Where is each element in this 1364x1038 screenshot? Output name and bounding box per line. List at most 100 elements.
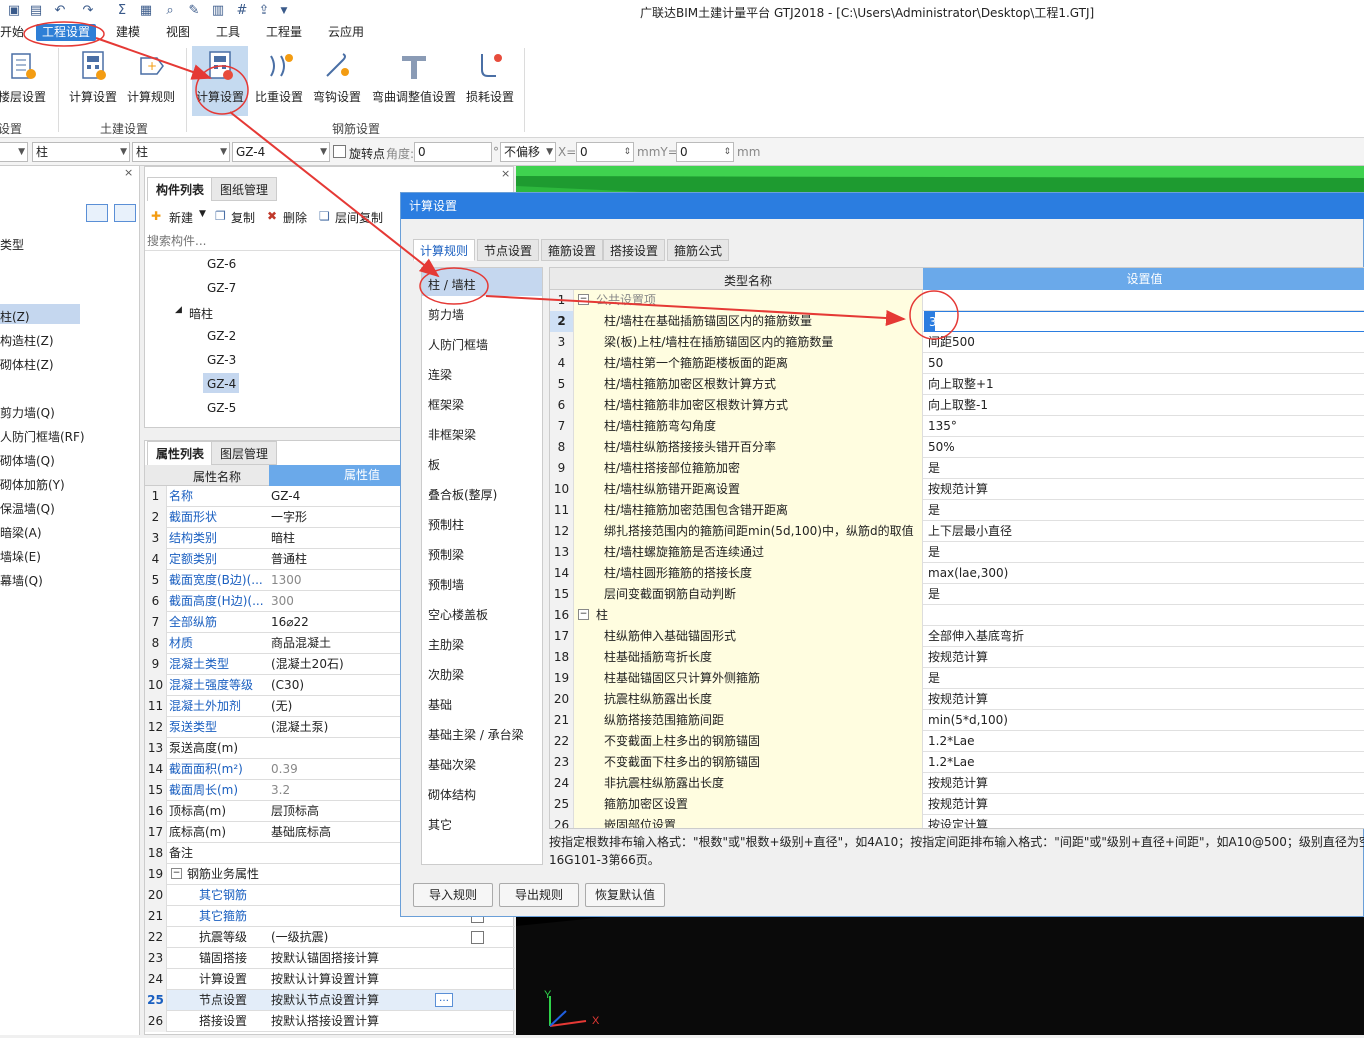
- report-icon[interactable]: ▦: [138, 3, 154, 19]
- nav-item-curtain-wall[interactable]: 幕墙(Q): [0, 572, 43, 589]
- property-value[interactable]: (无): [271, 696, 292, 717]
- setting-value[interactable]: 1.2*Lae: [924, 731, 975, 752]
- setting-row[interactable]: 22 不变截面上柱多出的钢筋锚固 1.2*Lae: [550, 731, 1364, 752]
- setting-row[interactable]: 21 纵筋搭接范围箍筋间距 min(5*d,100): [550, 710, 1364, 731]
- property-value[interactable]: 基础底标高: [271, 822, 331, 843]
- rebar-calc-settings-button[interactable]: 计算设置: [192, 46, 248, 116]
- tab-node-settings[interactable]: 节点设置: [477, 239, 540, 261]
- setting-row[interactable]: 26 嵌固部位设置 按设定计算: [550, 815, 1364, 828]
- tab-property-list[interactable]: 属性列表: [147, 441, 214, 465]
- category-item[interactable]: 剪力墙: [428, 306, 464, 323]
- weight-settings-button[interactable]: 比重设置: [252, 46, 306, 116]
- category-item[interactable]: 连梁: [428, 366, 452, 383]
- setting-value[interactable]: 按规范计算: [924, 479, 988, 500]
- property-value[interactable]: 商品混凝土: [271, 633, 331, 654]
- redo-icon[interactable]: ↷: [80, 3, 96, 19]
- setting-row[interactable]: 17 柱纵筋伸入基础锚固形式 全部伸入基底弯折: [550, 626, 1364, 647]
- property-value[interactable]: (混凝土20石): [271, 654, 344, 675]
- setting-value[interactable]: 是: [924, 542, 940, 563]
- nav-item-insulation-wall[interactable]: 保温墙(Q): [0, 500, 55, 517]
- tab-calc-rules[interactable]: 计算规则: [413, 239, 476, 261]
- property-value[interactable]: 按默认节点设置计算: [271, 990, 379, 1011]
- setting-value[interactable]: 上下层最小直径: [924, 521, 1012, 542]
- new-button[interactable]: 新建: [169, 209, 193, 226]
- rotate-point-checkbox[interactable]: [333, 145, 346, 158]
- setting-row[interactable]: 8 柱/墙柱纵筋搭接接头错开百分率 50%: [550, 437, 1364, 458]
- delete-button[interactable]: 删除: [283, 209, 307, 226]
- app-logo-icon[interactable]: ▣: [6, 3, 22, 19]
- tree-item-gz5[interactable]: GZ-5: [207, 401, 236, 415]
- setting-value[interactable]: 按规范计算: [924, 794, 988, 815]
- export-rules-button[interactable]: 导出规则: [499, 883, 579, 907]
- setting-value[interactable]: 50: [924, 353, 943, 374]
- component-search-input[interactable]: [145, 231, 401, 251]
- setting-row[interactable]: 11 柱/墙柱箍筋加密范围包含错开距离是: [550, 500, 1364, 521]
- property-value[interactable]: (混凝土泵): [271, 717, 328, 738]
- setting-value[interactable]: 全部伸入基底弯折: [924, 626, 1024, 647]
- property-value[interactable]: (一级抗震): [271, 927, 328, 948]
- collapse-toggle-icon[interactable]: −: [171, 868, 182, 879]
- category-item[interactable]: 叠合板(整厚): [428, 486, 497, 503]
- tab-component-list[interactable]: 构件列表: [147, 177, 214, 201]
- setting-row[interactable]: 10 柱/墙柱纵筋错开距离设置 按规范计算: [550, 479, 1364, 500]
- category-item[interactable]: 次肋梁: [428, 666, 464, 683]
- setting-value[interactable]: 向上取整+1: [924, 374, 994, 395]
- angle-input[interactable]: 0: [414, 142, 492, 162]
- category-item[interactable]: 主肋梁: [428, 636, 464, 653]
- setting-value[interactable]: [924, 290, 928, 311]
- setting-row[interactable]: 24 非抗震柱纵筋露出长度 按规范计算: [550, 773, 1364, 794]
- undo-icon[interactable]: ↶: [52, 3, 68, 19]
- property-value[interactable]: 16⌀22: [271, 612, 309, 633]
- property-row[interactable]: 23 锚固搭接 按默认锚固搭接计算: [145, 948, 515, 969]
- property-value[interactable]: 按默认计算设置计算: [271, 969, 379, 990]
- setting-row[interactable]: 12 绑扎搭接范围内的箍筋间距min(5d,100)中，纵筋d的取值 上下层最小直径: [550, 521, 1364, 542]
- category-item[interactable]: 预制梁: [428, 546, 464, 563]
- setting-row[interactable]: 13 柱/墙柱螺旋箍筋是否连续通过是: [550, 542, 1364, 563]
- menu-modeling[interactable]: 建模: [110, 24, 146, 41]
- ellipsis-icon[interactable]: …: [435, 993, 453, 1007]
- setting-value[interactable]: 按设定计算: [924, 815, 988, 828]
- setting-row[interactable]: 20 抗震柱纵筋露出长度 按规范计算: [550, 689, 1364, 710]
- close-icon[interactable]: ×: [124, 166, 133, 179]
- collapse-toggle-icon[interactable]: −: [578, 294, 589, 305]
- menu-quantity[interactable]: 工程量: [260, 24, 308, 41]
- setting-row[interactable]: 18 柱基础插筋弯折长度 按规范计算: [550, 647, 1364, 668]
- edit-icon[interactable]: ✎: [186, 3, 202, 19]
- setting-row[interactable]: 16 柱 −: [550, 605, 1364, 626]
- setting-value[interactable]: max(lae,300): [924, 563, 1008, 584]
- tab-stirrup-settings[interactable]: 箍筋设置: [541, 239, 604, 261]
- setting-row[interactable]: 9 柱/墙柱搭接部位箍筋加密是: [550, 458, 1364, 479]
- category-item[interactable]: 板: [428, 456, 440, 473]
- quick-access-dropdown-icon[interactable]: ▼: [276, 3, 292, 19]
- tree-item-gz4[interactable]: GZ-4: [207, 377, 236, 391]
- tree-item-gz2[interactable]: GZ-2: [207, 329, 236, 343]
- collapse-arrow-icon[interactable]: ◢: [175, 305, 182, 315]
- category-item[interactable]: 砌体结构: [428, 786, 476, 803]
- setting-value[interactable]: 135°: [924, 416, 957, 437]
- export-icon[interactable]: ⇪: [256, 3, 272, 19]
- close-icon[interactable]: ×: [501, 167, 510, 180]
- component-combo[interactable]: GZ-4 ▼: [232, 142, 330, 162]
- nav-item-masonry-wall[interactable]: 砌体墙(Q): [0, 452, 55, 469]
- category-item[interactable]: 人防门框墙: [428, 336, 488, 353]
- setting-row[interactable]: 15 层间变截面钢筋自动判断是: [550, 584, 1364, 605]
- setting-value[interactable]: min(5*d,100): [924, 710, 1008, 731]
- property-value[interactable]: (C30): [271, 675, 304, 696]
- property-value[interactable]: 3.2: [271, 780, 290, 801]
- setting-value[interactable]: 是: [924, 500, 940, 521]
- tree-item-gz3[interactable]: GZ-3: [207, 353, 236, 367]
- collapse-toggle-icon[interactable]: −: [578, 609, 589, 620]
- civil-calc-settings-button[interactable]: 计算设置: [66, 46, 120, 116]
- menu-cloud[interactable]: 云应用: [322, 24, 370, 41]
- setting-value[interactable]: 50%: [924, 437, 955, 458]
- setting-row[interactable]: 6 柱/墙柱箍筋非加密区根数计算方式 向上取整-1: [550, 395, 1364, 416]
- tree-view-icon[interactable]: [114, 204, 136, 222]
- category-item[interactable]: 基础次梁: [428, 756, 476, 773]
- layer-copy-button[interactable]: 层间复制: [335, 209, 383, 226]
- property-row[interactable]: 22 抗震等级 (一级抗震): [145, 927, 515, 948]
- property-value[interactable]: 1300: [271, 570, 302, 591]
- setting-value[interactable]: 是: [924, 668, 940, 689]
- loss-settings-button[interactable]: 损耗设置: [462, 46, 518, 116]
- category-item[interactable]: 预制柱: [428, 516, 464, 533]
- setting-row[interactable]: 3 梁(板)上柱/墙柱在插筋锚固区内的箍筋数量 间距500: [550, 332, 1364, 353]
